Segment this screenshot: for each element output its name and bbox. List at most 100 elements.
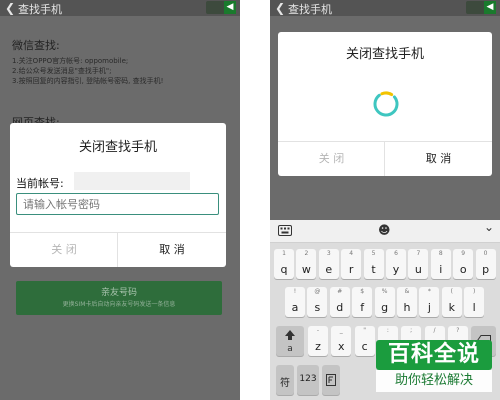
wechat-step: 2.给公众号发送消息"查找手机"; [12, 67, 112, 75]
wechat-step: 3.按照回复的内容指引, 登陆帐号密码, 查找手机! [12, 77, 164, 85]
key-f[interactable]: $ f [352, 287, 373, 317]
close-find-phone-dialog: 关闭查找手机 关 闭 取 消 [278, 32, 492, 176]
symbol-key[interactable]: 符 [276, 365, 294, 395]
key-letter: k [448, 301, 455, 314]
right-top-bar: ❮ 查找手机 ◀ [270, 0, 500, 16]
key-q[interactable]: 1q [274, 249, 294, 279]
shift-key[interactable]: a [276, 326, 304, 356]
key-letter: j [427, 301, 431, 314]
dialog-title: 关闭查找手机 [78, 140, 157, 155]
key-hint: @ [314, 288, 321, 295]
key-hint: 1 [282, 250, 286, 257]
key-hint: # [337, 288, 343, 295]
number-key-label: 123 [299, 374, 317, 384]
key-l[interactable]: ) l [464, 287, 485, 317]
page-title: 查找手机 [18, 3, 62, 16]
key-letter: c [361, 340, 368, 353]
left-screen: ❮ 查找手机 ◀ 微信查找: 1.关注OPPO官方帐号: oppomobile;… [0, 0, 240, 400]
key-x[interactable]: _ x [331, 326, 352, 356]
key-r[interactable]: 4r [341, 249, 362, 279]
left-top-bar: ❮ 查找手机 ◀ [0, 0, 240, 16]
key-hint: ! [293, 288, 297, 295]
key-letter: a [291, 301, 299, 314]
close-button[interactable]: 关 闭 [10, 233, 118, 267]
key-letter: t [371, 263, 376, 276]
wechat-step: 1.关注OPPO官方帐号: oppomobile; [12, 57, 129, 65]
shift-arrow-icon [285, 330, 295, 340]
key-hint: $ [360, 288, 365, 295]
key-letter: l [472, 301, 476, 314]
family-number-label: 亲友号码 [100, 288, 137, 298]
language-switch-icon [326, 374, 336, 386]
key-i[interactable]: 8i [430, 249, 451, 279]
key-hint: ? [456, 327, 460, 334]
loading-spinner-icon [373, 91, 399, 117]
emoji-icon[interactable]: ☻ [378, 223, 391, 237]
keyboard-icon[interactable] [278, 225, 292, 236]
key-hint: & [404, 288, 410, 295]
dialog-button-row: 关 闭 取 消 [278, 141, 492, 176]
key-w[interactable]: 2w [296, 249, 317, 279]
close-find-phone-dialog: 关闭查找手机 当前帐号: 关 闭 取 消 [10, 123, 226, 267]
key-letter: u [414, 263, 422, 276]
key-letter: h [403, 301, 411, 314]
key-hint: 8 [438, 250, 443, 257]
key-letter: f [360, 301, 365, 314]
key-hint: 3 [326, 250, 331, 257]
find-phone-toggle[interactable]: ◀ [206, 1, 236, 14]
key-letter: o [459, 263, 467, 276]
back-arrow-icon[interactable]: ❮ [275, 1, 285, 15]
key-k[interactable]: (k [441, 287, 462, 317]
key-u[interactable]: 7u [408, 249, 429, 279]
language-key[interactable] [322, 365, 340, 395]
key-hint: / [433, 327, 436, 334]
key-hint: ( [450, 288, 453, 295]
toggle-knob-icon: ◀ [484, 1, 496, 14]
key-z[interactable]: -z [308, 326, 328, 356]
wechat-steps: 1.关注OPPO官方帐号: oppomobile; 2.给公众号发送消息"查找手… [12, 56, 163, 86]
symbol-key-label: 符 [280, 378, 290, 389]
family-number-button[interactable]: 亲友号码 更换SIM卡后自动向亲友号码发送一条信息 [16, 281, 222, 315]
close-button[interactable]: 关 闭 [278, 142, 385, 176]
key-letter: p [482, 263, 490, 276]
key-o[interactable]: 9o [453, 249, 474, 279]
toggle-knob-icon: ◀ [224, 1, 236, 14]
key-hint: 9 [461, 250, 466, 257]
key-letter: x [338, 340, 345, 353]
chevron-down-icon[interactable]: ⌄ [484, 220, 494, 234]
key-a[interactable]: ! a [285, 287, 305, 317]
key-y[interactable]: 6y [386, 249, 406, 279]
key-letter: w [301, 263, 311, 276]
key-hint: 5 [371, 250, 376, 257]
key-j[interactable]: * j [419, 287, 440, 317]
key-hint: 2 [304, 250, 309, 257]
account-password-input[interactable] [16, 193, 219, 215]
cancel-button[interactable]: 取 消 [384, 142, 492, 176]
key-t[interactable]: 5t [363, 249, 384, 279]
key-d[interactable]: # d [329, 287, 350, 317]
key-hint: 6 [394, 250, 398, 257]
key-letter: i [439, 263, 443, 276]
cancel-button[interactable]: 取 消 [117, 233, 226, 267]
key-hint: % [381, 288, 388, 295]
key-hint: - [316, 327, 320, 334]
key-g[interactable]: % g [374, 287, 395, 317]
current-account-value [74, 172, 190, 190]
key-hint: * [427, 288, 431, 295]
number-key[interactable]: 123 [297, 365, 319, 395]
dialog-button-row: 关 闭 取 消 [10, 232, 226, 267]
key-letter: q [280, 263, 288, 276]
key-hint: ; [410, 327, 413, 334]
find-phone-toggle[interactable]: ◀ [466, 1, 496, 14]
watermark-brand: 百科全说 [376, 340, 492, 370]
page-title: 查找手机 [288, 3, 332, 16]
back-arrow-icon[interactable]: ❮ [5, 1, 15, 15]
key-c[interactable]: " c [354, 326, 375, 356]
key-s[interactable]: @ s [307, 287, 328, 317]
key-hint: : [386, 327, 389, 334]
key-p[interactable]: 0p [475, 249, 496, 279]
key-letter: r [348, 263, 354, 276]
key-letter: z [315, 340, 321, 353]
key-h[interactable]: & h [397, 287, 417, 317]
key-e[interactable]: 3e [318, 249, 339, 279]
